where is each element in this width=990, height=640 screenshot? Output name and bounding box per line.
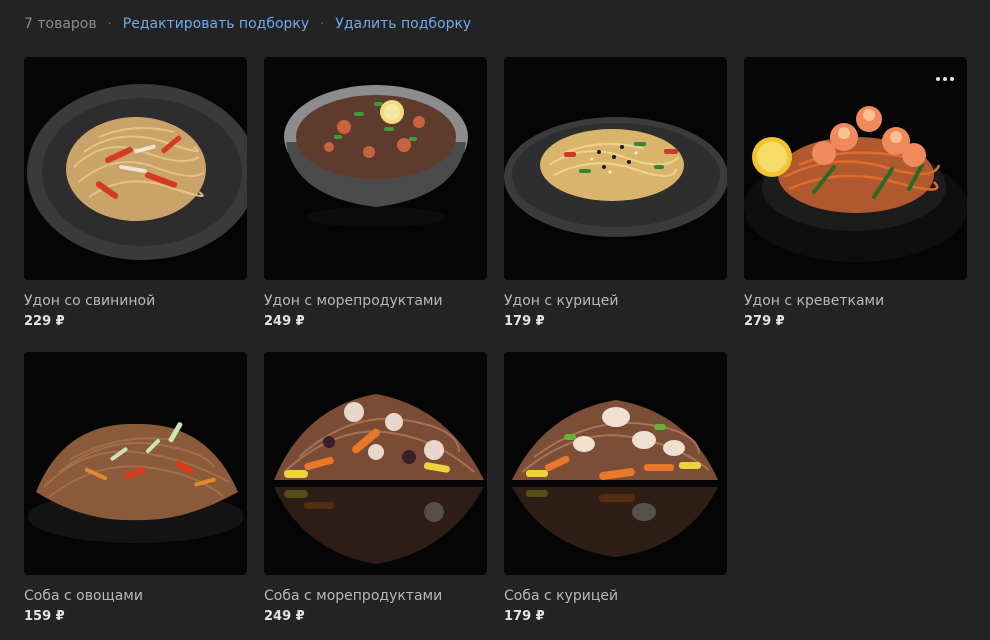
product-price: 249 ₽ [264, 314, 305, 329]
product-title[interactable]: Удон со свининой [24, 292, 247, 310]
product-photo[interactable] [504, 57, 727, 280]
dot-icon [936, 77, 940, 81]
product-price: 229 ₽ [24, 314, 65, 329]
product-card[interactable]: Удон с морепродуктами 249 ₽ [264, 57, 487, 330]
product-grid: Удон со свининой 229 ₽ Удон с морепродук… [24, 57, 967, 625]
product-card[interactable]: Удон со свининой 229 ₽ [24, 57, 247, 330]
product-price: 279 ₽ [744, 314, 785, 329]
product-card[interactable]: Соба с овощами 159 ₽ [24, 352, 247, 625]
product-price: 159 ₽ [24, 609, 65, 624]
product-photo[interactable] [504, 352, 727, 575]
product-card[interactable]: Удон с креветками 279 ₽ [744, 57, 967, 330]
product-title[interactable]: Удон с креветками [744, 292, 967, 310]
product-title[interactable]: Удон с курицей [504, 292, 727, 310]
item-count: 7 товаров [24, 16, 97, 32]
separator-dot: · [320, 16, 325, 32]
edit-collection-link[interactable]: Редактировать подборку [123, 16, 309, 32]
product-price: 249 ₽ [264, 609, 305, 624]
product-price: 179 ₽ [504, 314, 545, 329]
delete-collection-link[interactable]: Удалить подборку [335, 16, 471, 32]
product-card[interactable]: Соба с морепродуктами 249 ₽ [264, 352, 487, 625]
product-title[interactable]: Соба с курицей [504, 587, 727, 605]
product-card[interactable]: Удон с курицей 179 ₽ [504, 57, 727, 330]
more-options-button[interactable] [933, 67, 957, 91]
product-photo[interactable] [24, 57, 247, 280]
product-photo[interactable] [264, 352, 487, 575]
product-photo[interactable] [744, 57, 967, 280]
collection-header: 7 товаров · Редактировать подборку · Уда… [24, 12, 471, 36]
product-title[interactable]: Соба с морепродуктами [264, 587, 487, 605]
product-photo[interactable] [24, 352, 247, 575]
dot-icon [950, 77, 954, 81]
product-photo[interactable] [264, 57, 487, 280]
dot-icon [943, 77, 947, 81]
product-title[interactable]: Соба с овощами [24, 587, 247, 605]
separator-dot: · [107, 16, 112, 32]
product-card[interactable]: Соба с курицей 179 ₽ [504, 352, 727, 625]
product-title[interactable]: Удон с морепродуктами [264, 292, 487, 310]
product-price: 179 ₽ [504, 609, 545, 624]
